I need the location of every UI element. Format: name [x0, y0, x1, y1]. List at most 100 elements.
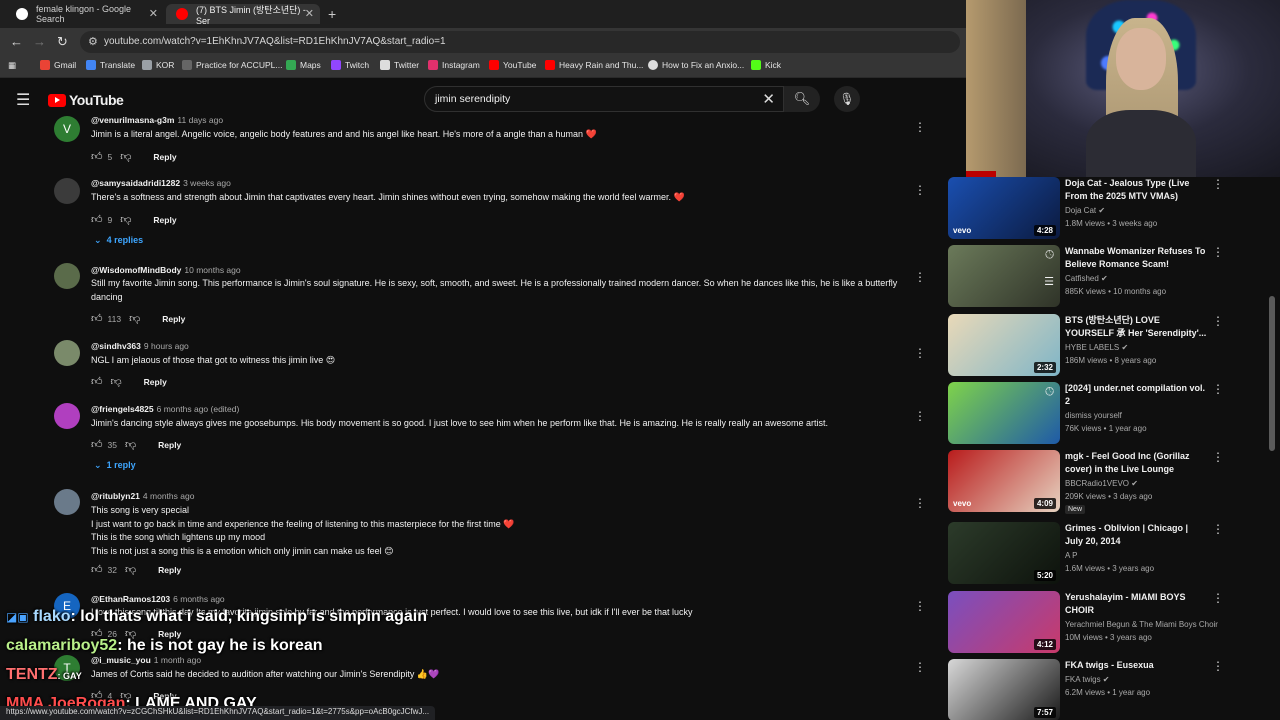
video-card[interactable]: vevo 4:28 Doja Cat - Jealous Type (Live … [948, 177, 1268, 239]
more-options-icon[interactable]: ⋮ [914, 409, 926, 423]
avatar[interactable] [54, 263, 80, 289]
video-title[interactable]: Doja Cat - Jealous Type (Live From the 2… [1065, 177, 1207, 203]
comment-time[interactable]: 6 months ago (edited) [157, 404, 240, 414]
comment-author[interactable]: @WisdomofMindBody [91, 265, 181, 275]
more-options-icon[interactable]: ⋮ [1212, 177, 1224, 191]
avatar[interactable] [54, 489, 80, 515]
avatar[interactable] [54, 178, 80, 204]
channel-name[interactable]: HYBE LABELS ✔ [1065, 343, 1128, 352]
video-card[interactable]: vevo 4:09 mgk - Feel Good Inc (Gorillaz … [948, 450, 1268, 514]
bookmark-translate[interactable]: Translate [86, 60, 135, 70]
sidebar-scrollbar[interactable] [1269, 296, 1275, 451]
video-card[interactable]: 5:20 Grimes - Oblivion | Chicago | July … [948, 522, 1268, 584]
channel-name[interactable]: BBCRadio1VEVO ✔ [1065, 479, 1138, 488]
more-options-icon[interactable]: ⋮ [1212, 314, 1224, 328]
search-input[interactable]: jimin serendipity ✕ [424, 86, 784, 112]
youtube-logo[interactable]: YouTube [48, 92, 124, 108]
forward-icon[interactable]: → [33, 34, 46, 49]
like-icon[interactable]: 👍︎ [91, 438, 103, 451]
watch-later-icon[interactable]: 🕓︎ [1045, 386, 1054, 399]
bookmark-kor[interactable]: KOR [142, 60, 174, 70]
video-thumbnail[interactable]: 2:32 [948, 314, 1060, 376]
more-options-icon[interactable]: ⋮ [914, 183, 926, 197]
more-options-icon[interactable]: ⋮ [1212, 450, 1224, 464]
video-card[interactable]: 🕓︎ [2024] under.net compilation vol. 2 d… [948, 382, 1268, 444]
more-options-icon[interactable]: ⋮ [914, 270, 926, 284]
like-icon[interactable]: 👍︎ [91, 375, 103, 388]
video-title[interactable]: Wannabe Womanizer Refuses To Believe Rom… [1065, 245, 1207, 271]
comment-time[interactable]: 4 months ago [143, 491, 195, 501]
more-options-icon[interactable]: ⋮ [1212, 591, 1224, 605]
bookmark-heavy-rain[interactable]: Heavy Rain and Thu... [545, 60, 643, 70]
reload-icon[interactable]: ↻ [57, 34, 68, 50]
more-options-icon[interactable]: ⋮ [914, 599, 926, 613]
comment-author[interactable]: @friengels4825 [91, 404, 154, 414]
more-options-icon[interactable]: ⋮ [914, 346, 926, 360]
channel-name[interactable]: Doja Cat ✔ [1065, 206, 1105, 215]
video-thumbnail[interactable]: vevo 4:28 [948, 177, 1060, 239]
reply-button[interactable]: Reply [153, 152, 176, 162]
more-options-icon[interactable]: ⋮ [1212, 659, 1224, 673]
dislike-icon[interactable]: 👎︎ [125, 563, 136, 576]
channel-name[interactable]: dismiss yourself [1065, 411, 1122, 420]
video-title[interactable]: Yerushalayim - MIAMI BOYS CHOIR [1065, 591, 1207, 617]
bookmark-kick[interactable]: Kick [751, 60, 781, 70]
video-card[interactable]: 7:57 FKA twigs - Eusexua FKA twigs ✔ 6.2… [948, 659, 1268, 720]
view-replies-button[interactable]: ⌄ 4 replies [94, 235, 143, 246]
video-card[interactable]: 🕓︎ ☰ Wannabe Womanizer Refuses To Believ… [948, 245, 1268, 307]
channel-name[interactable]: A P [1065, 551, 1077, 560]
view-replies-button[interactable]: ⌄ 1 reply [94, 460, 136, 471]
close-tab-icon[interactable]: ✕ [305, 7, 314, 20]
dislike-icon[interactable]: 👎︎ [111, 375, 122, 388]
bookmark-practice[interactable]: Practice for ACCUPL... [182, 60, 282, 70]
like-icon[interactable]: 👍︎ [91, 312, 103, 325]
comment-time[interactable]: 9 hours ago [144, 341, 189, 351]
more-options-icon[interactable]: ⋮ [914, 120, 926, 134]
apps-icon[interactable]: ▦ [8, 60, 16, 71]
browser-tab-active[interactable]: (7) BTS Jimin (방탄소년단) - Ser ✕ [166, 4, 320, 26]
more-options-icon[interactable]: ⋮ [1212, 245, 1224, 259]
comment-time[interactable]: 3 weeks ago [183, 178, 231, 188]
dislike-icon[interactable]: 👎︎ [120, 150, 131, 163]
channel-name[interactable]: FKA twigs ✔ [1065, 675, 1110, 684]
video-thumbnail[interactable]: 🕓︎ ☰ [948, 245, 1060, 307]
video-thumbnail[interactable]: 7:57 [948, 659, 1060, 720]
video-thumbnail[interactable]: 🕓︎ [948, 382, 1060, 444]
avatar[interactable]: V [54, 116, 80, 142]
address-bar[interactable]: ⚙ youtube.com/watch?v=1EhKhnJV7AQ&list=R… [80, 31, 960, 53]
bookmark-gmail[interactable]: Gmail [40, 60, 76, 70]
comment-author[interactable]: @venurilmasna-g3m [91, 115, 174, 125]
more-options-icon[interactable]: ⋮ [1212, 382, 1224, 396]
channel-name[interactable]: Yerachmiel Begun & The Miami Boys Choir [1065, 620, 1218, 629]
menu-icon[interactable]: ☰ [16, 90, 30, 110]
new-tab-icon[interactable]: + [328, 6, 336, 22]
bookmark-twitter[interactable]: Twitter [380, 60, 419, 70]
dislike-icon[interactable]: 👎︎ [129, 312, 140, 325]
comment-time[interactable]: 11 days ago [177, 115, 223, 125]
channel-name[interactable]: Catfished ✔ [1065, 274, 1108, 283]
comment-time[interactable]: 10 months ago [184, 265, 240, 275]
video-title[interactable]: FKA twigs - Eusexua [1065, 659, 1207, 672]
bookmark-maps[interactable]: Maps [286, 60, 321, 70]
like-icon[interactable]: 👍︎ [91, 563, 103, 576]
video-card[interactable]: 4:12 Yerushalayim - MIAMI BOYS CHOIR Yer… [948, 591, 1268, 653]
search-button[interactable]: 🔍︎ [784, 86, 820, 112]
comment-author[interactable]: @samysaidadridi1282 [91, 178, 180, 188]
close-tab-icon[interactable]: ✕ [149, 7, 158, 20]
reply-button[interactable]: Reply [158, 565, 181, 575]
video-title[interactable]: mgk - Feel Good Inc (Gorillaz cover) in … [1065, 450, 1207, 476]
bookmark-anxiety[interactable]: How to Fix an Anxio... [648, 60, 744, 70]
add-to-queue-icon[interactable]: ☰ [1044, 275, 1054, 288]
more-options-icon[interactable]: ⋮ [914, 496, 926, 510]
avatar[interactable] [54, 403, 80, 429]
video-title[interactable]: [2024] under.net compilation vol. 2 [1065, 382, 1207, 408]
more-options-icon[interactable]: ⋮ [1212, 522, 1224, 536]
video-title[interactable]: BTS (방탄소년단) LOVE YOURSELF 承 Her 'Serendi… [1065, 314, 1207, 340]
clear-search-icon[interactable]: ✕ [762, 90, 775, 108]
dislike-icon[interactable]: 👎︎ [125, 438, 136, 451]
bookmark-youtube[interactable]: YouTube [489, 60, 536, 70]
video-title[interactable]: Grimes - Oblivion | Chicago | July 20, 2… [1065, 522, 1207, 548]
video-thumbnail[interactable]: 4:12 [948, 591, 1060, 653]
comment-author[interactable]: @ritublyn21 [91, 491, 140, 501]
site-info-icon[interactable]: ⚙ [88, 35, 98, 48]
